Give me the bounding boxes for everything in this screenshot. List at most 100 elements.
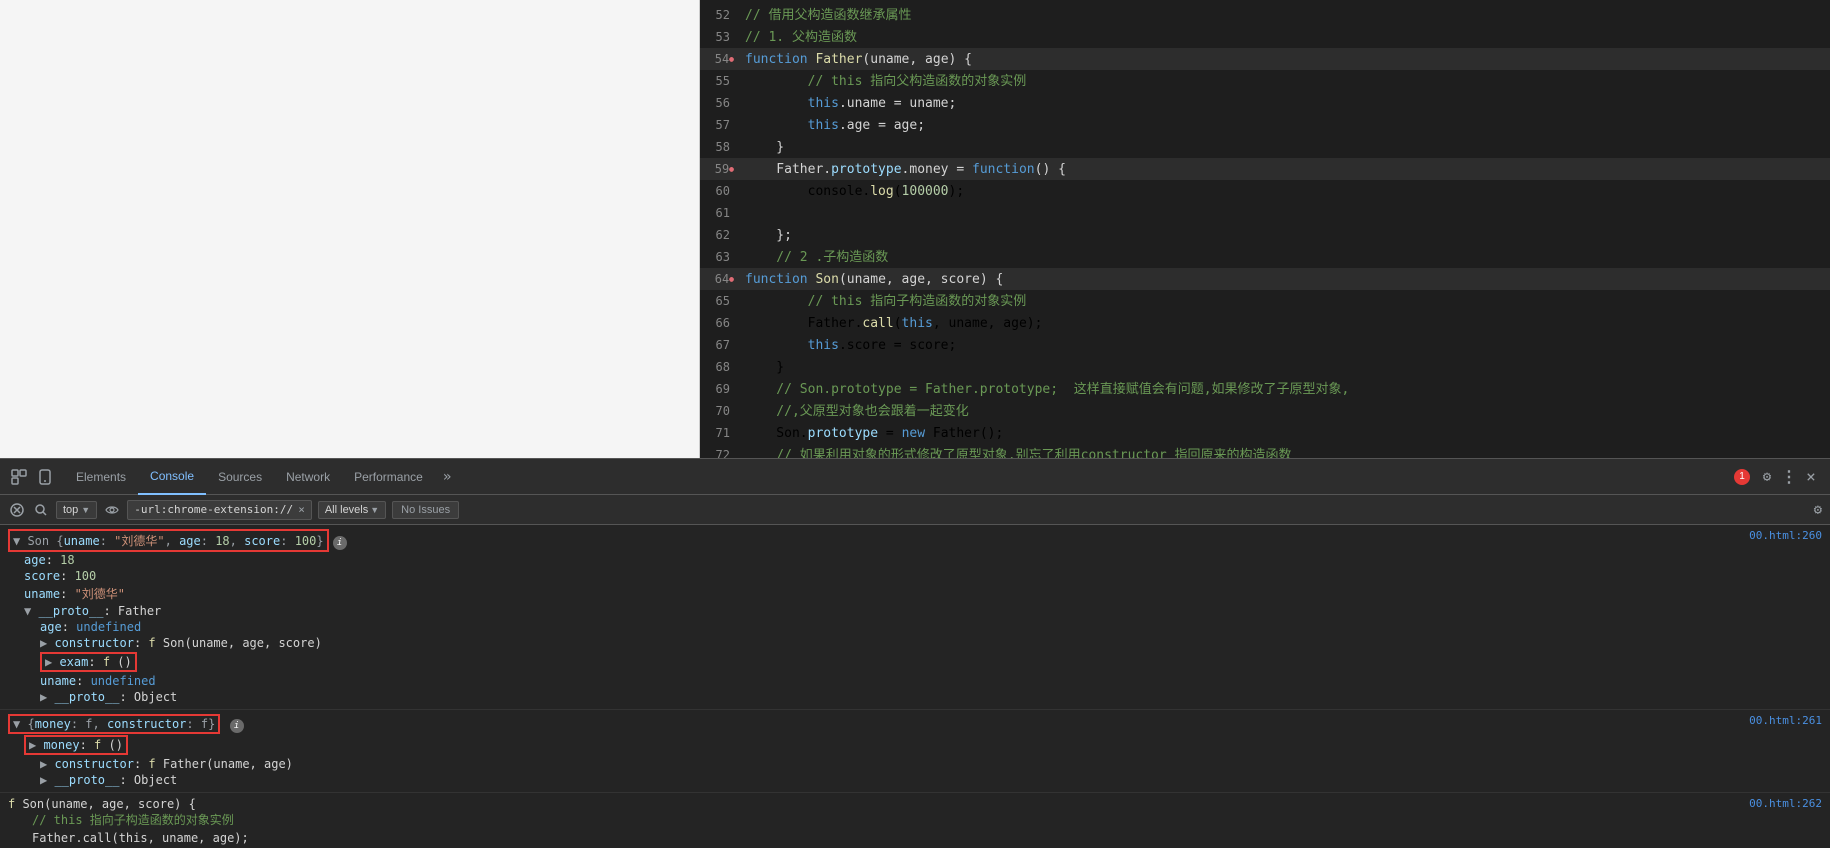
console-settings-icon[interactable]: ⚙ [1814,502,1822,518]
entry-function-source[interactable]: 00.html:262 [1729,797,1822,811]
code-line-70: 70 //,父原型对象也会跟着一起变化 [700,400,1830,422]
line-num-64: 64● [700,268,740,291]
editor-area: 52 // 借用父构造函数继承属性 53 // 1. 父构造函数 54● fun… [0,0,1830,458]
filter-icon[interactable] [32,501,50,519]
context-label: top [63,504,78,516]
code-line-66: 66 Father.call(this, uname, age); [700,312,1830,334]
app-container: 52 // 借用父构造函数继承属性 53 // 1. 父构造函数 54● fun… [0,0,1830,848]
line-content-54: function Father(uname, age) { [740,49,1830,71]
console-entry-son-object: ▼ Son {uname: "刘德华", age: 18, score: 100… [0,525,1830,710]
line-num-53: 53 [700,26,740,48]
line-num-69: 69 [700,378,740,400]
line-num-66: 66 [700,312,740,334]
devtools-settings-icon[interactable]: ⚙ [1756,466,1778,488]
code-line-62: 62 }; [700,224,1830,246]
line-content-67: this.score = score; [740,335,1830,357]
line-num-57: 57 [700,114,740,136]
issues-button[interactable]: No Issues [392,501,459,519]
code-line-56: 56 this.uname = uname; [700,92,1830,114]
devtools-more-options-icon[interactable]: ⋮ [1778,466,1800,488]
line-content-60: console.log(100000); [740,181,1830,203]
line-content-57: this.age = age; [740,115,1830,137]
tab-elements[interactable]: Elements [64,459,138,495]
entry-father-header[interactable]: ▼ {money: f, constructor: f} i [8,714,244,734]
code-lines: 52 // 借用父构造函数继承属性 53 // 1. 父构造函数 54● fun… [700,0,1830,458]
console-entry-father-proto: ▼ {money: f, constructor: f} i 00.html:2… [0,710,1830,793]
code-line-53: 53 // 1. 父构造函数 [700,26,1830,48]
line-content-52: // 借用父构造函数继承属性 [740,5,1830,27]
context-dropdown-icon: ▼ [81,505,90,515]
entry-son-source[interactable]: 00.html:260 [1729,529,1822,542]
code-line-61: 61 [700,202,1830,224]
line-num-54: 54● [700,48,740,71]
line-content-62: }; [740,225,1830,247]
line-content-66: Father.call(this, uname, age); [740,313,1830,335]
code-line-59: 59● Father.prototype.money = function() … [700,158,1830,180]
clear-console-icon[interactable] [8,501,26,519]
tab-network[interactable]: Network [274,459,342,495]
level-selector[interactable]: All levels ▼ [318,501,386,519]
line-content-56: this.uname = uname; [740,93,1830,115]
code-line-69: 69 // Son.prototype = Father.prototype; … [700,378,1830,400]
code-line-54: 54● function Father(uname, age) { [700,48,1830,70]
line-content-68: } [740,357,1830,379]
line-num-67: 67 [700,334,740,356]
entry-son-header-line: ▼ Son {uname: "刘德华", age: 18, score: 100… [8,529,1822,552]
code-editor: 52 // 借用父构造函数继承属性 53 // 1. 父构造函数 54● fun… [700,0,1830,458]
function-body: // this 指向子构造函数的对象实例 Father.call(this, u… [8,811,1822,848]
line-num-52: 52 [700,4,740,26]
line-num-71: 71 [700,422,740,444]
context-selector[interactable]: top ▼ [56,501,97,519]
entry-father-header-line: ▼ {money: f, constructor: f} i 00.html:2… [8,714,1822,734]
line-num-59: 59● [700,158,740,181]
mobile-icon[interactable] [34,466,56,488]
line-content-72: // 如果利用对象的形式修改了原型对象,别忘了利用constructor 指回原… [740,445,1830,458]
entry-father-source[interactable]: 00.html:261 [1729,714,1822,727]
devtools-tabbar: Elements Console Sources Network Perform… [0,459,1830,495]
tab-performance[interactable]: Performance [342,459,435,495]
line-num-68: 68 [700,356,740,378]
console-entry-function-text: f Son(uname, age, score) { 00.html:262 /… [0,793,1830,848]
console-output: ▼ Son {uname: "刘德华", age: 18, score: 100… [0,525,1830,848]
tab-sources[interactable]: Sources [206,459,274,495]
son-properties: age: 18 score: 100 uname: "刘德华" ▼ __prot… [8,552,1822,705]
inspect-icon[interactable] [8,466,30,488]
editor-left-panel [0,0,700,458]
line-content-53: // 1. 父构造函数 [740,27,1830,49]
tab-more[interactable]: » [435,459,459,495]
info-icon-son[interactable]: i [333,536,347,550]
code-line-68: 68 } [700,356,1830,378]
line-num-65: 65 [700,290,740,312]
devtools-panel: Elements Console Sources Network Perform… [0,458,1830,848]
line-content-64: function Son(uname, age, score) { [740,269,1830,291]
filter-clear-icon[interactable]: × [298,503,305,516]
code-line-72: 72 // 如果利用对象的形式修改了原型对象,别忘了利用constructor … [700,444,1830,458]
line-content-59: Father.prototype.money = function() { [740,159,1830,181]
tab-console[interactable]: Console [138,459,206,495]
eye-icon[interactable] [103,501,121,519]
line-num-58: 58 [700,136,740,158]
father-properties: ▶ money: f () ▶ constructor: f Father(un… [8,734,1822,788]
code-line-71: 71 Son.prototype = new Father(); [700,422,1830,444]
line-num-70: 70 [700,400,740,422]
info-icon-father[interactable]: i [230,719,244,733]
code-line-67: 67 this.score = score; [700,334,1830,356]
entry-son-header[interactable]: ▼ Son {uname: "刘德华", age: 18, score: 100… [8,529,347,552]
code-line-64: 64● function Son(uname, age, score) { [700,268,1830,290]
line-content-58: } [740,137,1830,159]
code-line-65: 65 // this 指向子构造函数的对象实例 [700,290,1830,312]
line-content-71: Son.prototype = new Father(); [740,423,1830,445]
line-num-72: 72 [700,444,740,458]
entry-function-header-line: f Son(uname, age, score) { 00.html:262 [8,797,1822,811]
error-badge: 1 [1734,469,1750,485]
filter-input-container: × [127,500,312,520]
entry-function-text: f Son(uname, age, score) { [8,797,196,811]
console-toolbar: top ▼ × All levels ▼ No [0,495,1830,525]
filter-input[interactable] [134,503,294,516]
devtools-close-icon[interactable]: × [1800,466,1822,488]
line-num-55: 55 [700,70,740,92]
line-content-65: // this 指向子构造函数的对象实例 [740,291,1830,313]
line-num-61: 61 [700,202,740,224]
line-num-62: 62 [700,224,740,246]
line-content-69: // Son.prototype = Father.prototype; 这样直… [740,379,1830,401]
